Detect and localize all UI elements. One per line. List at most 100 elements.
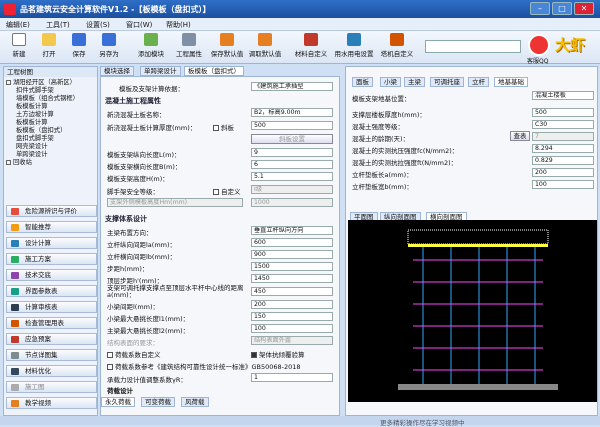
add-module-button[interactable]: 添加模块: [132, 33, 170, 58]
expand-icon[interactable]: [6, 79, 11, 85]
fc-input[interactable]: 8.294: [532, 144, 594, 153]
menu-window[interactable]: 窗口(W): [126, 20, 152, 30]
tree-node-recycle-bin[interactable]: 回收站: [6, 159, 32, 167]
material-custom-button[interactable]: 材料自定义: [292, 33, 330, 58]
concrete-slab: [407, 229, 549, 245]
tab-pole[interactable]: 立杆: [468, 77, 489, 87]
side-btn-plan[interactable]: 施工方案: [6, 253, 97, 265]
menu-edit[interactable]: 编辑(E): [6, 20, 30, 30]
tab-variable-load[interactable]: 可变荷载: [141, 397, 175, 407]
project-properties-button[interactable]: 工程属性: [170, 33, 208, 58]
side-btn-emergency[interactable]: 应急预案: [6, 333, 97, 345]
tree-node[interactable]: 单跨梁设计: [16, 151, 47, 159]
side-btn-disclosure[interactable]: 技术交底: [6, 269, 97, 281]
side-btn-hazard[interactable]: 危险源辨识与评价: [6, 205, 97, 217]
foundation-pos-select[interactable]: 混凝土楼板: [532, 91, 594, 100]
tree-node[interactable]: 网壳梁设计: [16, 143, 47, 151]
tree-node[interactable]: 盘扣式脚手架: [16, 135, 54, 143]
slant-settings-button[interactable]: 斜板设置: [251, 134, 333, 144]
water-power-button[interactable]: 用水用电设置: [332, 33, 376, 58]
surface-select[interactable]: 结构表面外露: [251, 336, 333, 345]
overturn-checkbox[interactable]: 架体抗倾覆验算: [251, 349, 305, 359]
floor-thickness-input[interactable]: 500: [532, 108, 594, 117]
save-defaults-icon: [220, 33, 234, 46]
minimize-button[interactable]: –: [530, 2, 550, 15]
open-button[interactable]: 打开: [34, 33, 64, 58]
side-btn-video[interactable]: 教学视频: [6, 397, 97, 409]
load-factor-checkbox[interactable]: 荷载系数自定义: [107, 349, 161, 359]
project-tree-panel: 工程树图 湖阳经开区（高新区） 扣件式脚手架 墙模板（组合式钢框） 板模板计算 …: [3, 66, 98, 416]
cross-section-drawing[interactable]: [348, 220, 597, 402]
pole-lb-input[interactable]: 900: [251, 250, 333, 259]
save-defaults-button[interactable]: 保存默认值: [208, 33, 246, 58]
height-input[interactable]: 5.1: [251, 172, 333, 181]
qq-support-icon[interactable]: [528, 34, 550, 56]
tree-node[interactable]: 土方边坡计算: [16, 111, 54, 119]
concrete-age-input[interactable]: 7: [532, 132, 594, 141]
tab-slab-formwork[interactable]: 板模板（盘扣式）: [184, 66, 244, 76]
lookup-button[interactable]: 查表: [510, 131, 530, 141]
beam-cantilever-input[interactable]: 100: [251, 324, 333, 333]
safety-level-select[interactable]: I级: [251, 185, 333, 194]
tree-node-selected[interactable]: 板模板（盘扣式）: [16, 127, 66, 135]
search-input[interactable]: [425, 40, 521, 53]
side-btn-detail[interactable]: 节点详图集: [6, 349, 97, 361]
tab-wind-load[interactable]: 风荷载: [181, 397, 209, 407]
close-button[interactable]: ✕: [574, 2, 594, 15]
crane-custom-button[interactable]: 塔机自定义: [378, 33, 416, 58]
side-btn-review[interactable]: 计算审核表: [6, 301, 97, 313]
tree-node[interactable]: 板模板计算: [16, 119, 47, 127]
expand-icon[interactable]: [6, 159, 11, 165]
tab-module-select[interactable]: 模块选择: [100, 66, 134, 76]
tab-main-beam[interactable]: 主梁: [404, 77, 425, 87]
load-defaults-button[interactable]: 调取默认值: [246, 33, 284, 58]
save-as-button[interactable]: 另存为: [94, 33, 124, 58]
length-b-input[interactable]: 6: [251, 160, 333, 169]
tab-panel[interactable]: 面板: [352, 77, 373, 87]
side-btn-recommend[interactable]: 智能推荐: [6, 221, 97, 233]
tab-permanent-load[interactable]: 永久荷载: [101, 397, 135, 407]
tab-joist[interactable]: 小梁: [380, 77, 401, 87]
side-btn-drawing[interactable]: 施工图: [6, 381, 97, 393]
tree-node[interactable]: 墙模板（组合式钢框）: [16, 95, 79, 103]
menu-tools[interactable]: 工具(T): [46, 20, 70, 30]
outer-height-input[interactable]: 1000: [251, 198, 333, 207]
pad-length-input[interactable]: 200: [532, 168, 594, 177]
gamma-r-input[interactable]: 1: [251, 373, 333, 382]
tab-jack[interactable]: 可调托座: [430, 77, 464, 87]
tree-node[interactable]: 板模板计算: [16, 103, 47, 111]
side-btn-params[interactable]: 界面参数表: [6, 285, 97, 297]
slab-name-input[interactable]: B2，标高9.00m: [251, 108, 333, 117]
length-l-label: 模板支架纵向长度L(m)：: [107, 151, 181, 159]
ft-input[interactable]: 0.829: [532, 156, 594, 165]
side-btn-inspection[interactable]: 检查管理用表: [6, 317, 97, 329]
step-input[interactable]: 1500: [251, 262, 333, 271]
tab-single-beam[interactable]: 单跨梁设计: [140, 66, 181, 76]
concrete-grade-select[interactable]: C30: [532, 120, 594, 129]
side-btn-material[interactable]: 材料优化: [6, 365, 97, 377]
side-btn-design-calc[interactable]: 设计计算: [6, 237, 97, 249]
slant-checkbox[interactable]: 斜板: [213, 122, 234, 132]
pad-width-input[interactable]: 100: [532, 180, 594, 189]
tab-foundation[interactable]: 地基基础: [494, 77, 528, 87]
menu-help[interactable]: 帮助(H): [166, 20, 191, 30]
new-button[interactable]: 新建: [4, 33, 34, 58]
joist-spacing-input[interactable]: 200: [251, 300, 333, 309]
tree-node-project[interactable]: 湖阳经开区（高新区）: [6, 79, 76, 87]
menu-settings[interactable]: 设置(S): [86, 20, 110, 30]
status-bar: 更多精彩操作尽在学习视频中: [0, 416, 600, 427]
slab-thickness-input[interactable]: 500: [251, 121, 333, 130]
main-beam-dir-select[interactable]: 垂直立杆纵向方向: [251, 226, 333, 235]
tree-node[interactable]: 扣件式脚手架: [16, 87, 54, 95]
joist-cantilever-input[interactable]: 150: [251, 312, 333, 321]
load-ref-checkbox[interactable]: 荷载系数参考《建筑结构可靠性设计统一标准》GB50068-2018: [107, 361, 301, 371]
top-step-input[interactable]: 1450: [251, 274, 333, 283]
checkbox-icon: [107, 364, 113, 370]
pole-la-input[interactable]: 600: [251, 238, 333, 247]
custom-checkbox[interactable]: 自定义: [213, 186, 241, 196]
save-button[interactable]: 保存: [64, 33, 94, 58]
basis-select[interactable]: 《建筑施工承插型: [251, 82, 333, 91]
jack-distance-input[interactable]: 450: [251, 287, 333, 296]
length-l-input[interactable]: 9: [251, 148, 333, 157]
maximize-button[interactable]: □: [552, 2, 572, 15]
